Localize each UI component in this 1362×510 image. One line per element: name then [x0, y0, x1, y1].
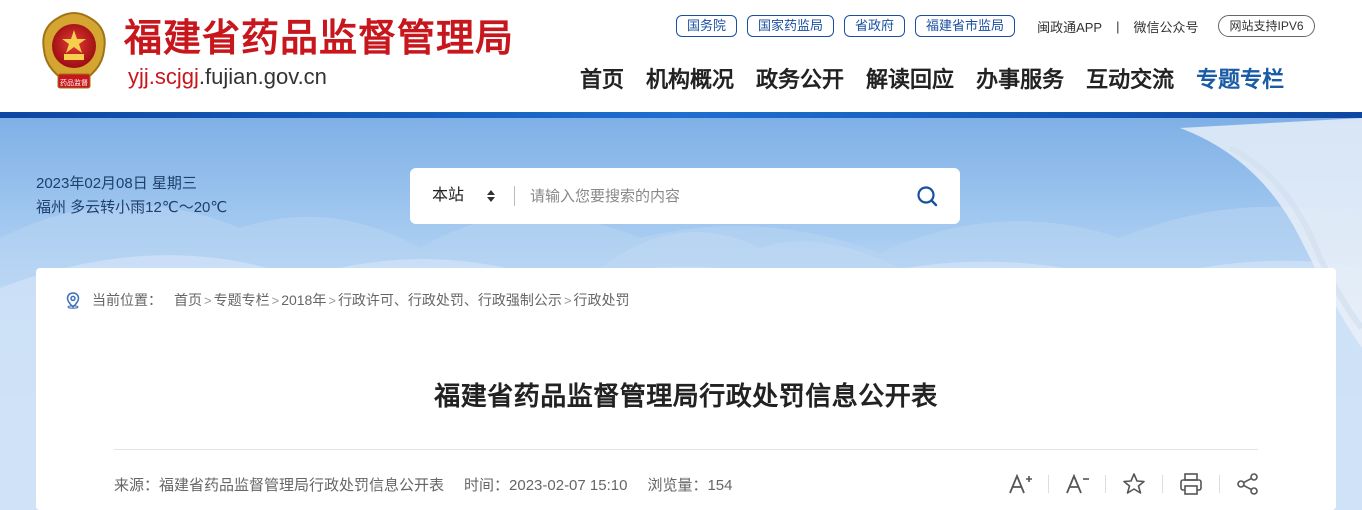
nav-government-affairs[interactable]: 政务公开: [756, 62, 844, 98]
top-links-separator: |: [1116, 18, 1120, 34]
article-meta: 来源：福建省药品监督管理局行政处罚信息公开表 时间：2023-02-07 15:…: [114, 474, 752, 495]
share-icon[interactable]: [1234, 470, 1262, 498]
breadcrumb-lead: 当前位置：: [92, 292, 162, 308]
nav-interaction[interactable]: 互动交流: [1086, 62, 1174, 98]
link-mzt-app[interactable]: 闽政通APP: [1037, 17, 1102, 36]
content-card: 当前位置： 首页 > 专题专栏 > 2018年 > 行政许可、行政处罚、行政强制…: [36, 268, 1336, 510]
tool-separator: [1105, 475, 1106, 493]
font-increase-icon[interactable]: [1006, 470, 1034, 498]
nav-interpretation[interactable]: 解读回应: [866, 62, 954, 98]
tool-separator: [1219, 475, 1220, 493]
weather-info: 福州 多云转小雨12℃～20℃: [36, 199, 228, 216]
site-header: 药品监督 福建省药品监督管理局 yjj.scjgj.fujian.gov.cn …: [0, 0, 1362, 112]
search-box: 本站: [410, 168, 960, 224]
search-divider: [514, 186, 515, 206]
link-nmpa[interactable]: 国家药监局: [747, 15, 835, 37]
breadcrumb-special-topics[interactable]: 专题专栏: [214, 290, 270, 310]
breadcrumb-2018[interactable]: 2018年: [281, 290, 326, 310]
ipv6-badge: 网站支持IPV6: [1218, 15, 1315, 37]
article-source: 来源：福建省药品监督管理局行政处罚信息公开表: [114, 477, 445, 494]
link-fujian-market-supervision[interactable]: 福建省市监局: [915, 15, 1016, 37]
nav-about[interactable]: 机构概况: [646, 62, 734, 98]
nav-services[interactable]: 办事服务: [976, 62, 1064, 98]
breadcrumb-administrative-penalty[interactable]: 行政处罚: [574, 290, 630, 310]
site-title[interactable]: 福建省药品监督管理局: [124, 14, 514, 62]
nav-special-topics[interactable]: 专题专栏: [1196, 62, 1284, 98]
date-weather: 2023年02月08日 星期三 福州 多云转小雨12℃～20℃: [36, 172, 227, 220]
font-decrease-icon[interactable]: [1063, 470, 1091, 498]
title-divider: [114, 449, 1258, 450]
location-pin-icon: [66, 292, 80, 309]
tool-separator: [1162, 475, 1163, 493]
article-title: 福建省药品监督管理局行政处罚信息公开表: [434, 382, 938, 412]
current-date: 2023年02月08日 星期三: [36, 175, 197, 192]
top-links-bar: 国务院 国家药监局 省政府 福建省市监局 闽政通APP | 微信公众号 网站支持…: [676, 14, 1315, 38]
breadcrumb-sep: >: [328, 292, 336, 308]
breadcrumb-home[interactable]: 首页: [174, 290, 202, 310]
link-state-council[interactable]: 国务院: [676, 15, 738, 37]
nav-home[interactable]: 首页: [580, 62, 624, 98]
breadcrumb-sep: >: [563, 292, 572, 308]
star-icon[interactable]: [1120, 470, 1148, 498]
site-domain: yjj.scjgj.fujian.gov.cn: [128, 64, 327, 90]
emblem-caption: 药品监督: [60, 78, 88, 87]
link-provincial-government[interactable]: 省政府: [844, 15, 906, 37]
domain-highlight: yjj.scjgj: [128, 64, 199, 89]
article-tools: [1006, 470, 1262, 498]
breadcrumb-public-disclosure[interactable]: 行政许可、行政处罚、行政强制公示: [338, 290, 562, 310]
print-icon[interactable]: [1177, 470, 1205, 498]
main-nav: 首页 机构概况 政务公开 解读回应 办事服务 互动交流 专题专栏: [580, 62, 1284, 98]
breadcrumb: 当前位置： 首页 > 专题专栏 > 2018年 > 行政许可、行政处罚、行政强制…: [64, 290, 630, 310]
sort-arrows-icon[interactable]: [484, 187, 498, 205]
breadcrumb-sep: >: [271, 292, 280, 308]
link-wechat[interactable]: 微信公众号: [1133, 17, 1198, 36]
domain-rest: .fujian.gov.cn: [198, 64, 327, 89]
article-time: 时间：2023-02-07 15:10: [464, 477, 628, 494]
article-views: 浏览量：154: [647, 477, 733, 494]
search-icon[interactable]: [916, 185, 938, 207]
tool-separator: [1048, 475, 1049, 493]
breadcrumb-sep: >: [204, 292, 212, 308]
national-emblem-icon[interactable]: 药品监督: [36, 10, 112, 94]
search-input[interactable]: [530, 184, 910, 208]
search-scope-select[interactable]: 本站: [432, 168, 464, 224]
